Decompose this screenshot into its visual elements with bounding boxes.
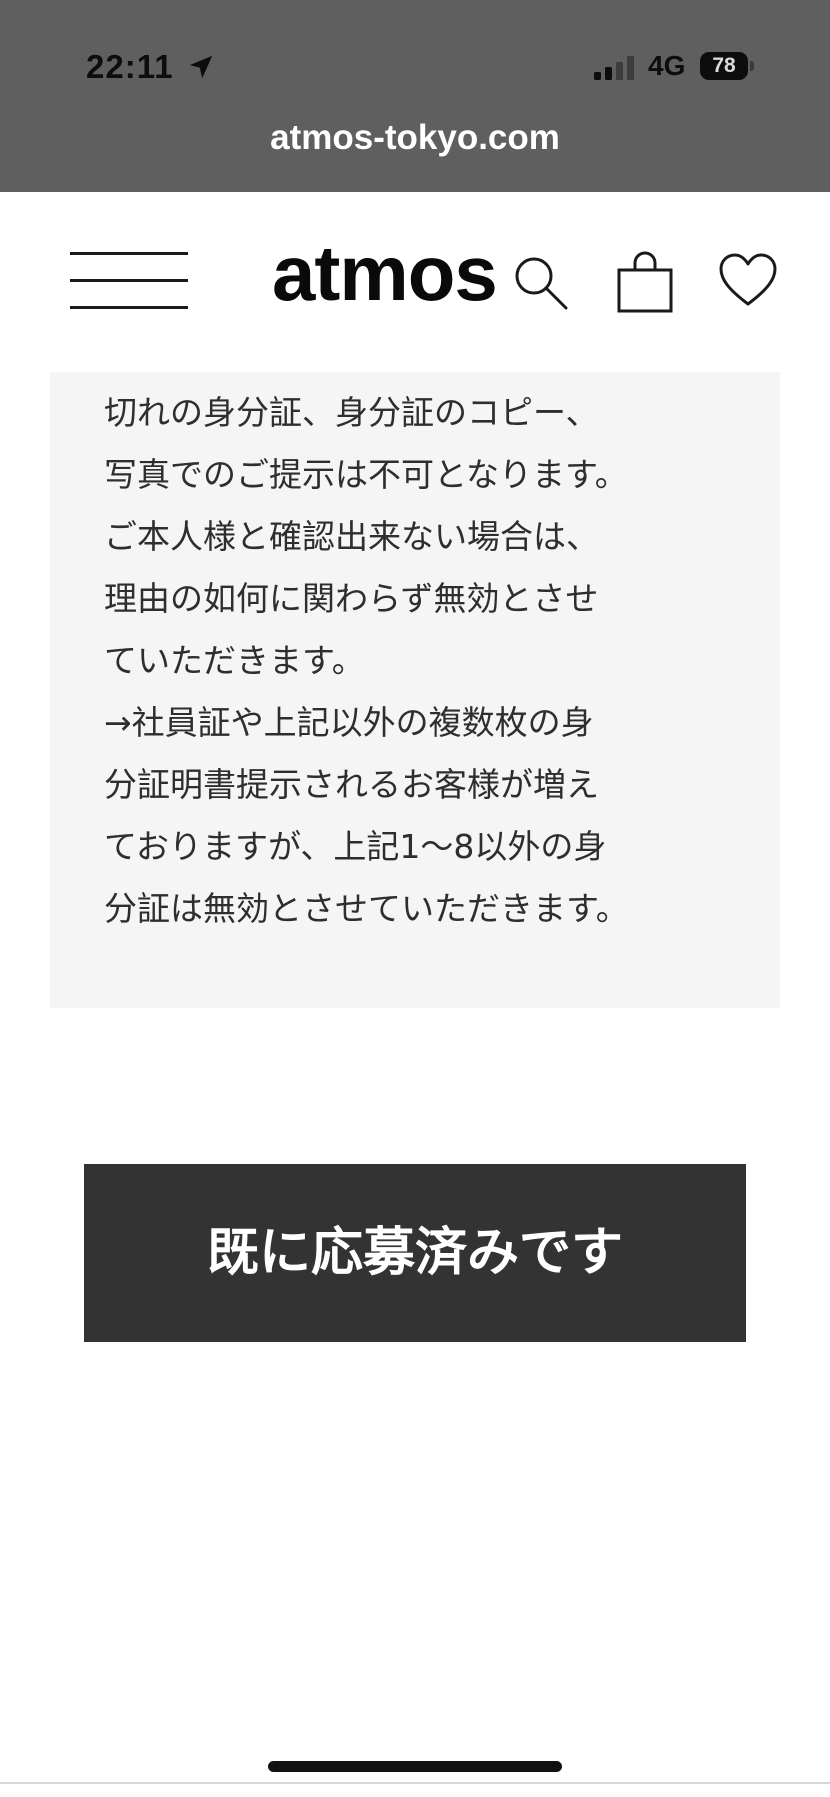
notice-line: 理由の如何に関わらず無効とさせ — [104, 579, 599, 618]
hamburger-menu-icon[interactable] — [70, 252, 188, 310]
shopping-bag-icon[interactable] — [616, 250, 674, 314]
address-bar-url[interactable]: atmos-tokyo.com — [0, 118, 830, 158]
signal-bars-icon — [594, 56, 634, 80]
location-arrow-icon — [189, 55, 213, 79]
search-icon[interactable] — [510, 252, 568, 310]
bottom-divider — [0, 1782, 830, 1784]
notice-line: →社員証や上記以外の複数枚の身 — [104, 703, 594, 742]
notice-line: ご本人様と確認出来ない場合は、 — [104, 517, 599, 556]
battery-icon: 78 — [700, 52, 756, 82]
network-type: 4G — [648, 50, 686, 81]
battery-tip — [750, 61, 754, 71]
notice-line: ておりますが、上記1〜8以外の身 — [104, 827, 607, 866]
id-notice-box: 切れの身分証、身分証のコピー、 写真でのご提示は不可となります。 ご本人様と確認… — [50, 372, 780, 1008]
notice-line: 写真でのご提示は不可となります。 — [104, 455, 628, 494]
already-applied-button[interactable]: 既に応募済みです — [84, 1164, 746, 1342]
heart-icon[interactable] — [718, 252, 778, 308]
notice-line: 切れの身分証、身分証のコピー、 — [104, 393, 599, 432]
battery-level: 78 — [700, 52, 748, 80]
notice-line: 分証明書提示されるお客様が増え — [104, 765, 599, 804]
status-time: 22:11 — [86, 48, 174, 85]
home-indicator[interactable] — [268, 1761, 562, 1772]
browser-chrome: 22:11 4G 78 atmos-tokyo.com — [0, 0, 830, 192]
site-logo[interactable]: atmos — [272, 234, 498, 312]
notice-line: 分証は無効とさせていただきます。 — [104, 889, 629, 928]
notice-line: ていただきます。 — [104, 641, 365, 680]
site-header: atmos — [0, 192, 830, 342]
